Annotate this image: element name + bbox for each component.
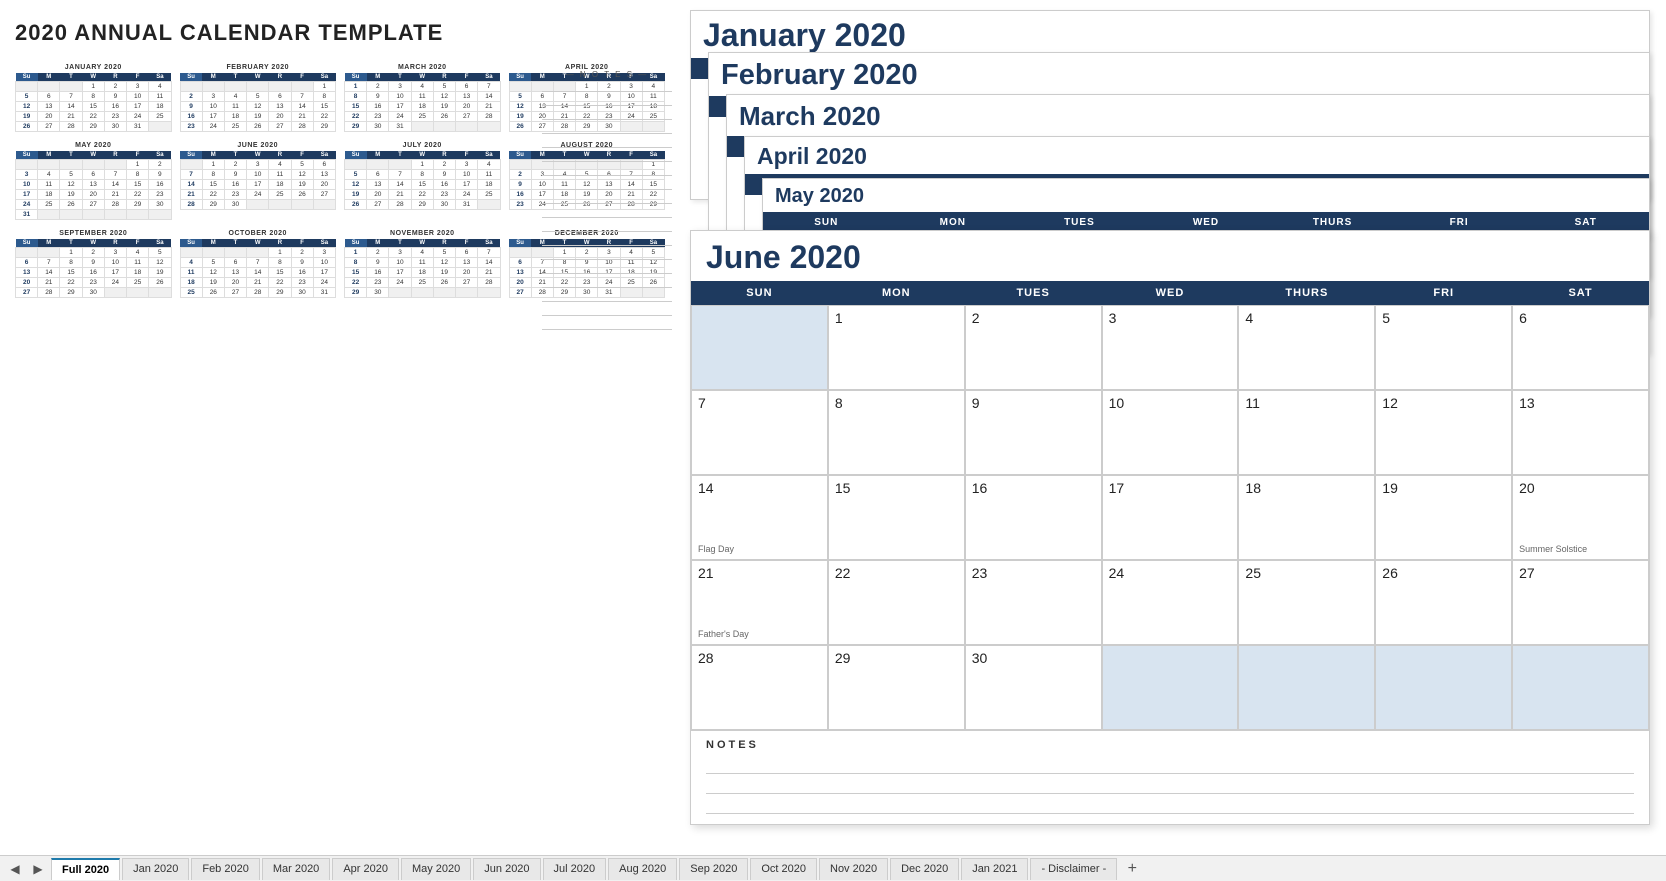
tab-sep-2020[interactable]: Sep 2020: [679, 858, 748, 880]
june-body: 1234567891011121314Flag Day151617181920S…: [691, 305, 1649, 730]
june-cell-1-2: 9: [965, 390, 1102, 475]
june-cell-4-3: [1102, 645, 1239, 730]
june-header-sun: SUN: [691, 281, 828, 305]
june-cell-1-6: 13: [1512, 390, 1649, 475]
june-cell-3-3: 24: [1102, 560, 1239, 645]
tab-jan-2021[interactable]: Jan 2021: [961, 858, 1028, 880]
tab-jul-2020[interactable]: Jul 2020: [543, 858, 607, 880]
tab-may-2020[interactable]: May 2020: [401, 858, 471, 880]
tab---disclaimer--[interactable]: - Disclaimer -: [1030, 858, 1117, 880]
june-cell-4-2: 30: [965, 645, 1102, 730]
june-header-tues: TUES: [965, 281, 1102, 305]
june-cell-1-3: 10: [1102, 390, 1239, 475]
june-cell-3-2: 23: [965, 560, 1102, 645]
tab-mar-2020[interactable]: Mar 2020: [262, 858, 330, 880]
june-cell-0-2: 2: [965, 305, 1102, 390]
june-header-mon: MON: [828, 281, 965, 305]
june-header-row: SUNMONTUESWEDTHURSFRISAT: [691, 281, 1649, 305]
june-cell-2-6: 20Summer Solstice: [1512, 475, 1649, 560]
tab-full-2020[interactable]: Full 2020: [51, 858, 120, 880]
june-cell-2-3: 17: [1102, 475, 1239, 560]
june-cell-2-0: 14Flag Day: [691, 475, 828, 560]
june-cell-1-5: 12: [1375, 390, 1512, 475]
june-cell-0-0: [691, 305, 828, 390]
mini-calendar-5: JUNE 2020SuMTWRFSa1234567891011121314151…: [180, 142, 337, 220]
tab-nov-2020[interactable]: Nov 2020: [819, 858, 888, 880]
tab-dec-2020[interactable]: Dec 2020: [890, 858, 959, 880]
mini-calendar-2: MARCH 2020SuMTWRFSa123456789101112131415…: [344, 64, 501, 132]
notes-section: — N O T E S —: [542, 70, 672, 334]
tab-oct-2020[interactable]: Oct 2020: [750, 858, 817, 880]
june-cell-3-5: 26: [1375, 560, 1512, 645]
tab-aug-2020[interactable]: Aug 2020: [608, 858, 677, 880]
june-calendar: June 2020 SUNMONTUESWEDTHURSFRISAT 12345…: [690, 230, 1650, 825]
mini-calendar-6: JULY 2020SuMTWRFSa1234567891011121314151…: [344, 142, 501, 220]
june-title: June 2020: [691, 231, 1649, 281]
june-notes-lines: [706, 756, 1634, 814]
june-cell-3-6: 27: [1512, 560, 1649, 645]
june-cell-4-4: [1238, 645, 1375, 730]
june-cell-2-1: 15: [828, 475, 965, 560]
june-cell-1-0: 7: [691, 390, 828, 475]
june-header-sat: SAT: [1512, 281, 1649, 305]
tab-apr-2020[interactable]: Apr 2020: [332, 858, 399, 880]
tab-nav-right[interactable]: ▶: [28, 859, 48, 879]
mini-calendar-9: OCTOBER 2020SuMTWRFSa1234567891011121314…: [180, 230, 337, 298]
june-notes-label: NOTES: [706, 739, 1634, 751]
june-cell-2-4: 18: [1238, 475, 1375, 560]
mini-calendar-4: MAY 2020SuMTWRFSa12345678910111213141516…: [15, 142, 172, 220]
june-cell-3-0: 21Father's Day: [691, 560, 828, 645]
notes-section-title: — N O T E S —: [542, 70, 672, 79]
june-cell-3-4: 25: [1238, 560, 1375, 645]
june-cell-0-3: 3: [1102, 305, 1239, 390]
mini-calendar-10: NOVEMBER 2020SuMTWRFSa123456789101112131…: [344, 230, 501, 298]
june-header-wed: WED: [1102, 281, 1239, 305]
spreadsheet-area: 2020 ANNUAL CALENDAR TEMPLATE JANUARY 20…: [0, 0, 1666, 855]
june-cell-4-5: [1375, 645, 1512, 730]
annual-title: 2020 ANNUAL CALENDAR TEMPLATE: [15, 20, 665, 46]
june-cell-0-4: 4: [1238, 305, 1375, 390]
june-cell-0-1: 1: [828, 305, 965, 390]
tab-feb-2020[interactable]: Feb 2020: [191, 858, 259, 880]
tab-bar: ◀ ▶ Full 2020Jan 2020Feb 2020Mar 2020Apr…: [0, 855, 1666, 881]
june-notes-bar: NOTES: [691, 730, 1649, 824]
june-cell-4-1: 29: [828, 645, 965, 730]
tab-add-button[interactable]: +: [1122, 859, 1142, 879]
tab-jun-2020[interactable]: Jun 2020: [473, 858, 540, 880]
tab-nav-left[interactable]: ◀: [5, 859, 25, 879]
mini-calendar-0: JANUARY 2020SuMTWRFSa1234567891011121314…: [15, 64, 172, 132]
june-cell-1-4: 11: [1238, 390, 1375, 475]
june-cell-2-2: 16: [965, 475, 1102, 560]
june-cell-0-5: 5: [1375, 305, 1512, 390]
mini-calendar-8: SEPTEMBER 2020SuMTWRFSa12345678910111213…: [15, 230, 172, 298]
tab-jan-2020[interactable]: Jan 2020: [122, 858, 189, 880]
mini-calendar-1: FEBRUARY 2020SuMTWRFSa123456789101112131…: [180, 64, 337, 132]
june-header-fri: FRI: [1375, 281, 1512, 305]
june-cell-4-0: 28: [691, 645, 828, 730]
june-cell-0-6: 6: [1512, 305, 1649, 390]
june-cell-1-1: 8: [828, 390, 965, 475]
june-cell-3-1: 22: [828, 560, 965, 645]
june-cell-2-5: 19: [1375, 475, 1512, 560]
june-header-thurs: THURS: [1238, 281, 1375, 305]
june-cell-4-6: [1512, 645, 1649, 730]
